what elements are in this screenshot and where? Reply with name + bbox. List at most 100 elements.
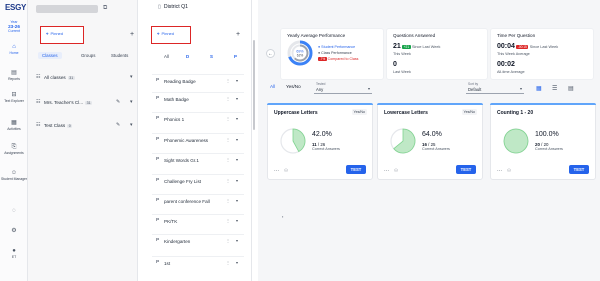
chevron-down-icon[interactable]: ▾ [236,157,238,162]
group-icon[interactable]: ⚇ [507,168,511,174]
assessment-list-item[interactable]: P Kindergarten ⋮ ▾ [152,234,244,247]
list-view-icon[interactable]: ☰ [552,85,557,92]
assessment-list-item[interactable]: P Math Badge ⋮ ▾ [152,92,244,105]
nav-activities[interactable]: ▦ Activities [0,120,28,131]
pin-icon: ⌖ [46,31,49,36]
assessment-card[interactable]: Counting 1 - 20 100.0% 20 / 20 Correct Answ… [490,103,596,180]
add-assessment-button[interactable]: + [236,31,240,38]
class-count-badge: 31 [85,101,93,105]
nav-text-explorer[interactable]: ⊟ Text Explorer [0,92,28,103]
classes-pinned-button[interactable]: ⌖ Pinned [40,26,84,44]
tab-classes[interactable]: Classes [38,52,62,59]
assessment-list-item[interactable]: Pparent conference Fall ⋮ ▾ [152,194,244,207]
drag-dots-icon[interactable]: ⋮ [226,78,230,83]
time-this-week-label: This Week Average [497,52,530,56]
assessment-list-item[interactable]: P Sight Words Gr.1 ⋮ ▾ [152,153,244,166]
chevron-down-icon[interactable]: ▾ [236,96,238,101]
grid-view-icon[interactable]: ▦ [536,85,542,92]
more-options-icon[interactable]: ··· [274,168,279,174]
filter-p[interactable]: P [234,54,237,59]
tested-label: Tested [316,82,326,86]
assessment-card[interactable]: Lowercase Letters Yes/No 64.0% 16 / 25 Corre… [377,103,483,180]
app-logo[interactable]: ESGY [5,3,26,12]
test-button[interactable]: TEST [569,165,589,174]
chevron-down-icon[interactable]: ▾ [130,74,133,80]
chevron-down-icon[interactable]: ▾ [236,238,238,243]
group-icon[interactable]: ⚇ [284,168,288,174]
assessment-list-item[interactable]: P Reading Badge ⋮ ▾ [152,74,244,87]
nav-assignments[interactable]: ⎘ Assignments [0,144,28,155]
drag-dots-icon[interactable]: ⋮ [226,238,230,243]
score-percent: 42.0% [312,131,332,138]
test-button[interactable]: TEST [456,165,476,174]
score-percent: 64.0% [422,131,442,138]
assessment-list-item[interactable]: P Phonics 1 ⋮ ▾ [152,112,244,125]
chevron-down-icon[interactable]: ▾ [236,116,238,121]
mouse-cursor-icon: ▪ [282,214,284,219]
filter-s[interactable]: S [210,54,213,59]
tab-students[interactable]: Students [111,53,128,58]
edit-icon[interactable]: ✎ [116,99,120,105]
assessment-name: 1st [164,260,171,266]
drag-dots-icon[interactable]: ⋮ [226,116,230,121]
table-view-icon[interactable]: ▤ [568,85,574,92]
activities-icon: ▦ [11,120,17,126]
class-row-test-class[interactable]: ☷ Test Class 0 ✎ ▾ [36,120,136,132]
nav-reports[interactable]: ▤ Reports [0,70,28,81]
group-icon[interactable]: ⚇ [394,168,398,174]
assessment-card[interactable]: Uppercase Letters Yes/No 42.0% 11 / 26 Corre… [267,103,373,180]
assessment-list-item[interactable]: P 1st ⋮ ▾ [152,256,244,269]
drag-dots-icon[interactable]: ⋮ [226,198,230,203]
nav-home[interactable]: ⌂ Home [0,44,28,55]
score-caption: Correct Answers [535,147,563,151]
tested-dropdown[interactable]: Tested Any ▾ [314,82,372,94]
drag-dots-icon[interactable]: ⋮ [226,157,230,162]
list-pinned-button[interactable]: ⌖ Pinned [151,26,191,44]
student-manager-icon: ☺ [10,170,18,176]
drag-dots-icon[interactable]: ⋮ [226,260,230,265]
nav-student-manager[interactable]: ☺ Student Manager [0,170,28,181]
yearly-performance-title: Yearly Average Performance [287,33,346,38]
chevron-down-icon[interactable]: ▾ [236,198,238,203]
assessment-list-item[interactable]: P Phonemic Awareness ⋮ ▾ [152,133,244,146]
chevron-down-icon[interactable]: ▾ [236,137,238,142]
drag-dots-icon[interactable]: ⋮ [226,96,230,101]
assessment-title: Lowercase Letters [384,110,428,116]
filter-all[interactable]: All [164,54,169,59]
drag-dots-icon[interactable]: ⋮ [226,218,230,223]
collapse-panel-button[interactable]: ← [266,49,275,58]
test-button[interactable]: TEST [346,165,366,174]
chevron-down-icon[interactable]: ▾ [236,218,238,223]
class-row-all[interactable]: ☷ All classes 31 ▾ [36,72,136,84]
chevron-down-icon[interactable]: ▾ [130,122,133,128]
tab-yes-no[interactable]: Yes/No [286,84,301,89]
chevron-down-icon[interactable]: ▾ [130,99,133,105]
more-options-icon[interactable]: ··· [497,168,502,174]
assessment-title: Counting 1 - 20 [497,110,534,116]
nav-chat[interactable]: ◌ [0,208,28,215]
more-options-icon[interactable]: ··· [384,168,389,174]
tab-groups[interactable]: Groups [81,53,95,58]
nav-user[interactable]: ● ET [0,248,28,259]
filter-d[interactable]: D [186,54,189,59]
time-per-question-title: Time Per Question [497,33,536,38]
external-link-icon[interactable]: ⧉ [103,5,107,12]
assessment-list-item[interactable]: P PK/TK ⋮ ▾ [152,214,244,227]
questions-this-week-value: 21 [393,43,401,50]
drag-dots-icon[interactable]: ⋮ [226,137,230,142]
tab-all[interactable]: All [270,84,275,89]
add-class-button[interactable]: + [130,31,134,38]
chevron-down-icon[interactable]: ▾ [236,78,238,83]
sort-dropdown[interactable]: Sort by Default ▾ [466,82,524,94]
chevron-down-icon[interactable]: ▾ [236,178,238,183]
time-per-question-card: Time Per Question 00:04 -00:15 Since Las… [490,28,594,80]
drag-dots-icon[interactable]: ⋮ [226,178,230,183]
chevron-down-icon: ▾ [519,86,522,91]
list-scrollbar[interactable] [253,40,255,130]
class-row-mrs-teacher[interactable]: ☷ Mrs. Teacher's Cl... 31 ✎ ▾ [36,97,136,109]
chevron-down-icon[interactable]: ▾ [236,260,238,265]
assessment-list-item[interactable]: P Challenge Fry List ⋮ ▾ [152,174,244,187]
edit-icon[interactable]: ✎ [116,122,120,128]
year-selector[interactable]: Year 23-26 Current [2,20,26,33]
nav-settings[interactable]: ⚙ [0,228,28,235]
